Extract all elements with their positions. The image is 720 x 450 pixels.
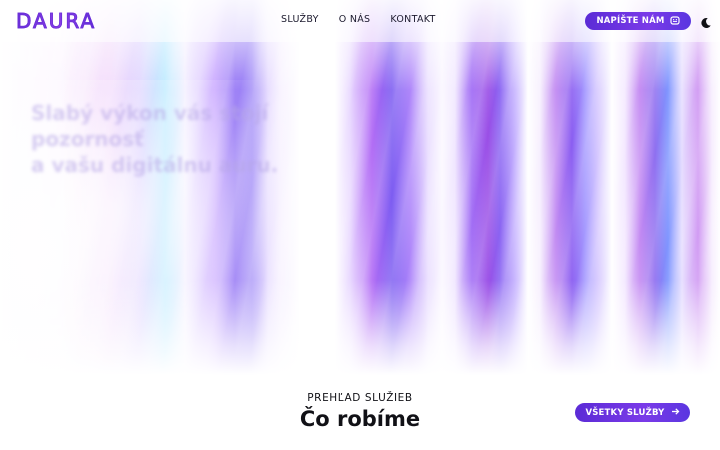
page: Slabý výkon vás stojí pozornosť a vašu d… — [0, 0, 720, 450]
arrow-right-icon — [671, 407, 680, 419]
hero-title-line-3: a vašu digitálnu auru. — [31, 153, 279, 177]
logo-text: DAURA — [16, 9, 97, 34]
logo[interactable]: DAURA — [16, 9, 97, 34]
moon-icon[interactable] — [700, 14, 712, 29]
nav-item-services[interactable]: SLUŽBY — [281, 13, 319, 27]
chat-icon — [669, 16, 680, 26]
hero-section: Slabý výkon vás stojí pozornosť a vašu d… — [0, 0, 720, 375]
site-header: DAURA SLUŽBY O NÁS KONTAKT NAPÍŠTE NÁM — [0, 0, 720, 42]
all-services-label: VŠETKY SLUŽBY — [585, 407, 665, 418]
services-section: PREHĽAD SLUŽIEB Čo robíme VŠETKY SLUŽBY — [0, 375, 720, 450]
contact-us-button[interactable]: NAPÍŠTE NÁM — [585, 12, 691, 30]
main-nav: SLUŽBY O NÁS KONTAKT — [281, 13, 436, 27]
hero-bottom-fade — [0, 280, 720, 375]
contact-us-label: NAPÍŠTE NÁM — [596, 16, 665, 26]
all-services-button[interactable]: VŠETKY SLUŽBY — [575, 403, 690, 422]
nav-item-about[interactable]: O NÁS — [339, 13, 371, 27]
hero-title: Slabý výkon vás stojí pozornosť a vašu d… — [31, 100, 361, 178]
hero-title-line-2: pozornosť — [31, 127, 144, 151]
hero-title-line-1: Slabý výkon vás stojí — [31, 101, 269, 125]
nav-item-contact[interactable]: KONTAKT — [390, 13, 435, 27]
hero-content: Slabý výkon vás stojí pozornosť a vašu d… — [31, 100, 361, 178]
